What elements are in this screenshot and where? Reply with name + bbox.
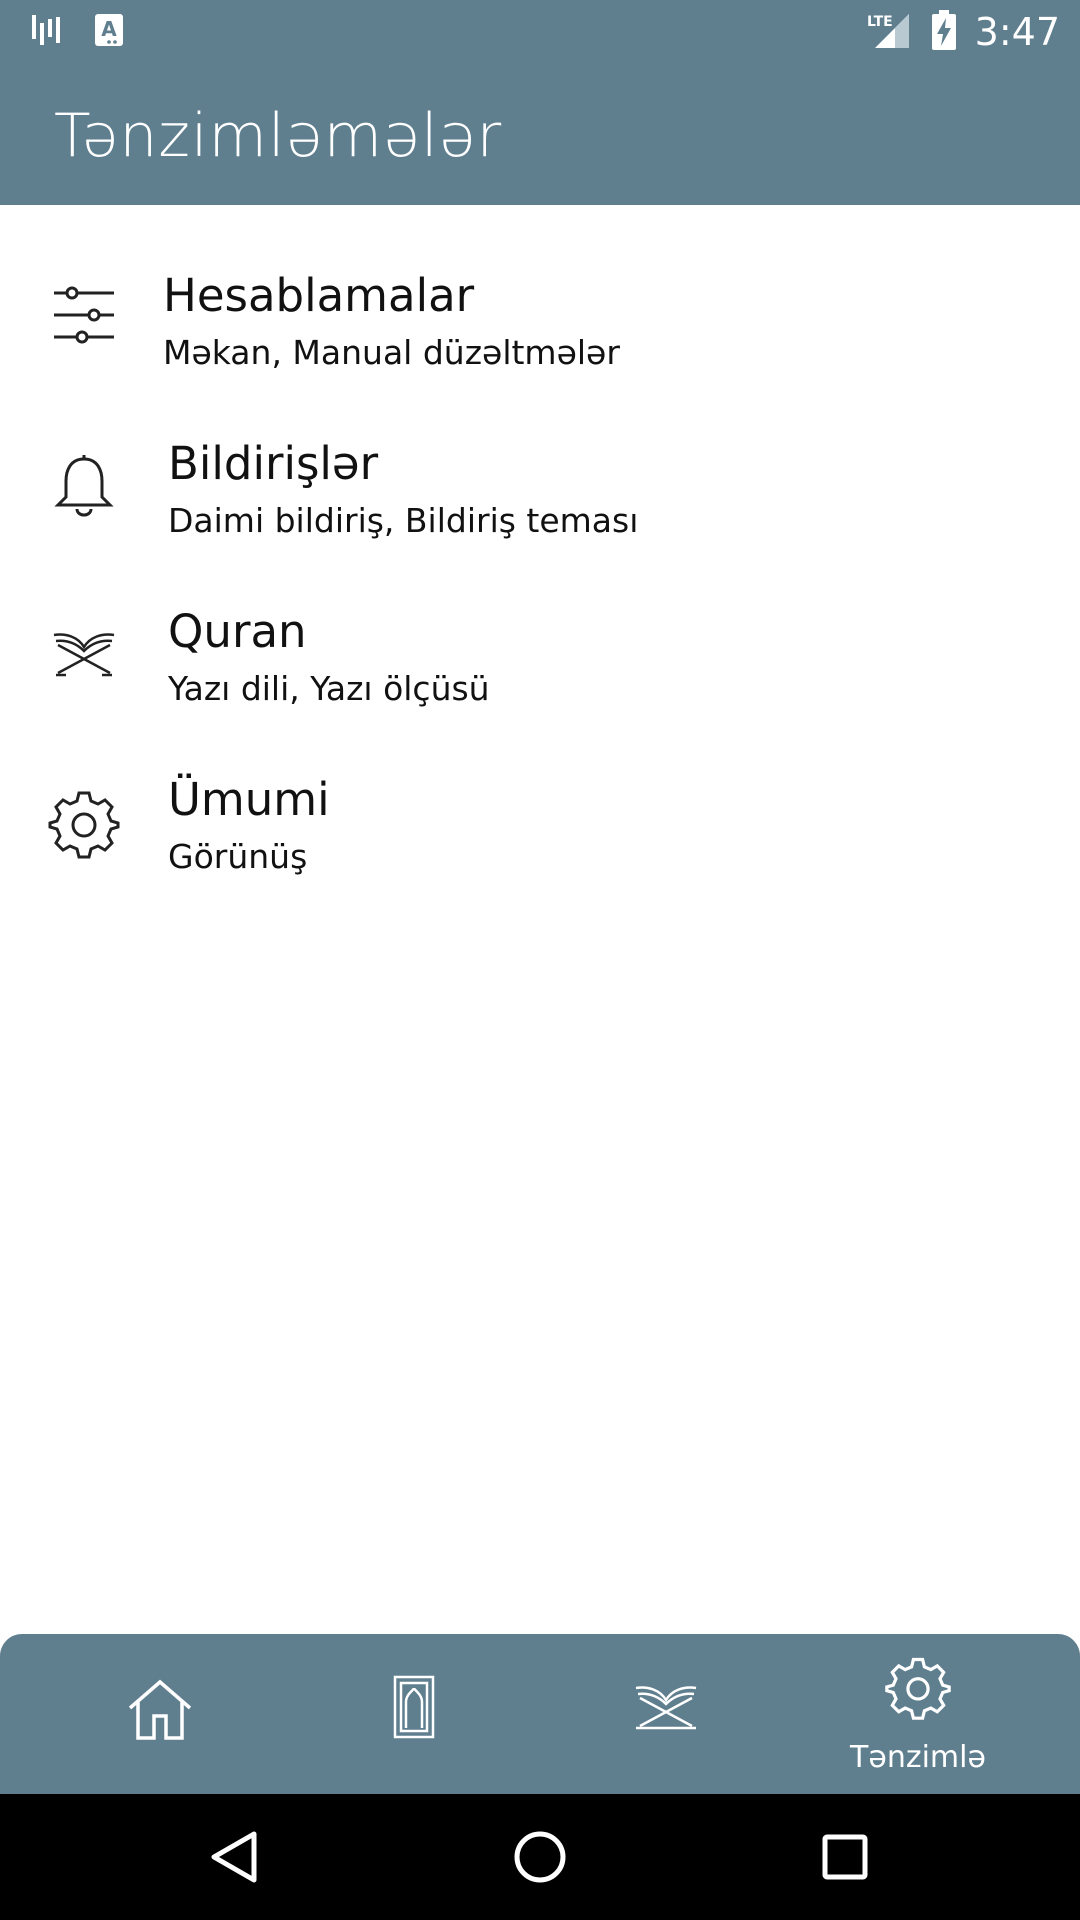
nav-item-settings[interactable]: Tənzimlə [792,1634,1044,1794]
svg-text:A: A [101,17,117,41]
keyboard-a-icon: A [94,13,124,51]
status-bar: A LTE 3:47 [0,0,1080,63]
svg-text:LTE: LTE [867,14,893,30]
sliders-icon [48,279,120,351]
settings-item-subtitle: Görünüş [168,837,308,876]
system-nav-bar [0,1794,1080,1920]
gear-icon [48,787,120,859]
status-time: 3:47 [974,10,1060,54]
nav-item-prayer[interactable] [286,1634,538,1794]
nav-item-quran[interactable] [538,1634,790,1794]
lte-signal-icon: LTE [865,10,913,54]
recents-icon[interactable] [800,1812,890,1902]
settings-item-notifications[interactable]: Bildirişlər Daimi bildiriş, Bildiriş tem… [0,413,1080,573]
voicemail-icon [30,13,64,51]
status-right: LTE 3:47 [865,8,1060,56]
settings-item-title: Ümumi [168,773,330,826]
home-circle-icon[interactable] [495,1812,585,1902]
settings-item-title: Bildirişlər [168,437,379,490]
bell-icon [48,449,120,521]
page-title: Tənzimləmələr [54,101,503,171]
status-left: A [30,14,124,50]
battery-charging-icon [931,10,957,54]
settings-item-general[interactable]: Ümumi Görünüş [0,749,1080,909]
back-icon[interactable] [190,1812,280,1902]
app-bar: Tənzimləmələr [0,63,1080,205]
settings-item-title: Quran [168,605,307,658]
settings-item-title: Hesablamalar [163,269,475,322]
nav-item-home[interactable] [34,1634,286,1794]
settings-item-calculations[interactable]: Hesablamalar Məkan, Manual düzəltmələr [0,245,1080,405]
settings-item-quran[interactable]: Quran Yazı dili, Yazı ölçüsü [0,581,1080,741]
nav-label-settings: Tənzimlə [850,1740,986,1775]
settings-item-subtitle: Yazı dili, Yazı ölçüsü [168,669,490,708]
settings-item-subtitle: Daimi bildiriş, Bildiriş teması [168,501,639,540]
settings-item-subtitle: Məkan, Manual düzəltmələr [163,333,620,372]
bottom-nav: Tənzimlə [0,1634,1080,1794]
quran-book-icon [48,615,120,687]
